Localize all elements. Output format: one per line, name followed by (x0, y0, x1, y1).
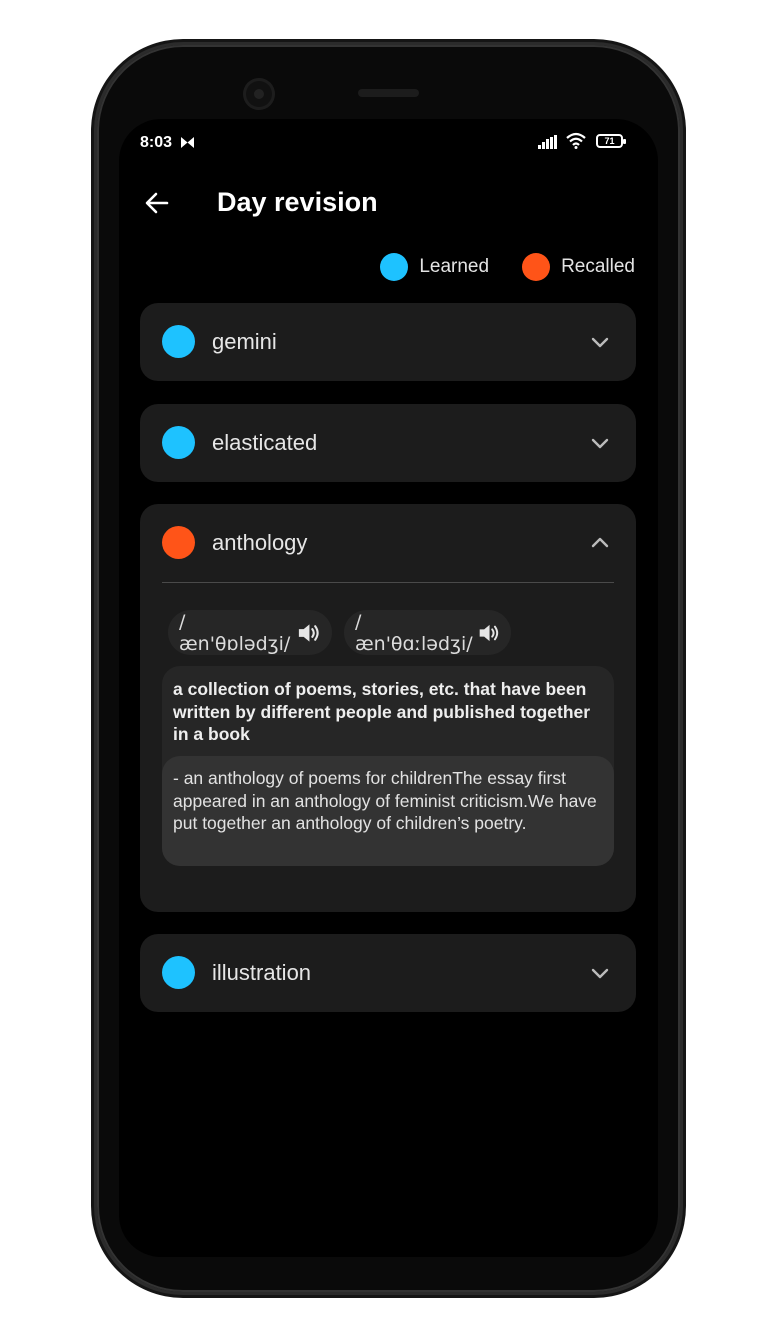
earpiece-speaker (358, 89, 419, 97)
chevron-down-icon[interactable] (591, 333, 609, 351)
wifi-icon (566, 132, 586, 149)
word-label: anthology (212, 530, 308, 555)
word-card-header[interactable]: gemini (140, 303, 636, 381)
legend-label: Recalled (561, 256, 635, 277)
learned-dot (380, 253, 409, 281)
status-dot (162, 956, 195, 989)
chevron-down-icon[interactable] (591, 434, 609, 452)
divider (162, 582, 614, 583)
battery-icon: 71 (596, 134, 626, 148)
app-screen: 8:03 71 Day revision Learned Recalled ge… (119, 119, 658, 1257)
word-label: gemini (212, 329, 277, 354)
recalled-dot (522, 253, 551, 281)
status-dot (162, 526, 195, 559)
word-card-header[interactable]: anthology (140, 504, 636, 582)
legend: Learned Recalled (380, 253, 635, 281)
page-title: Day revision (217, 187, 378, 217)
legend-recalled: Recalled (522, 253, 635, 281)
word-card[interactable]: elasticated (140, 404, 636, 482)
word-label: illustration (212, 960, 312, 985)
pronunciation-uk[interactable]: /æn'θɒlədʒi/ (168, 610, 332, 655)
back-arrow-icon[interactable] (143, 189, 171, 217)
pronunciation-text: /æn'θɒlədʒi/ (179, 610, 291, 655)
status-time: 8:03 (140, 134, 173, 151)
notification-icon (181, 137, 194, 148)
status-dot (162, 325, 195, 358)
chevron-down-icon[interactable] (591, 964, 609, 982)
word-card[interactable]: gemini (140, 303, 636, 381)
pronunciation-us[interactable]: /æn'θɑːlədʒi/ (344, 610, 511, 655)
definition-text: a collection of poems, stories, etc. tha… (173, 679, 591, 744)
definition-box: a collection of poems, stories, etc. tha… (162, 666, 614, 866)
word-card-header[interactable]: illustration (140, 934, 636, 1012)
word-label: elasticated (212, 430, 318, 455)
speaker-icon[interactable] (296, 620, 321, 646)
word-card[interactable]: illustration (140, 934, 636, 1012)
chevron-up-icon[interactable] (591, 534, 609, 552)
word-card-header[interactable]: elasticated (140, 404, 636, 482)
status-dot (162, 426, 195, 459)
front-camera (243, 78, 275, 110)
signal-icon (538, 135, 557, 149)
speaker-icon[interactable] (477, 620, 500, 646)
status-bar: 8:03 71 (119, 119, 658, 167)
pronunciation-text: /æn'θɑːlədʒi/ (355, 610, 473, 655)
word-card-expanded[interactable]: anthology /æn'θɒlədʒi/ /æn'θɑːlədʒi/ a c (140, 504, 636, 912)
legend-learned: Learned (380, 253, 489, 281)
examples-box: - an anthology of poems for childrenThe … (162, 756, 614, 866)
examples-text: - an anthology of poems for childrenThe … (173, 768, 597, 833)
legend-label: Learned (419, 256, 490, 277)
